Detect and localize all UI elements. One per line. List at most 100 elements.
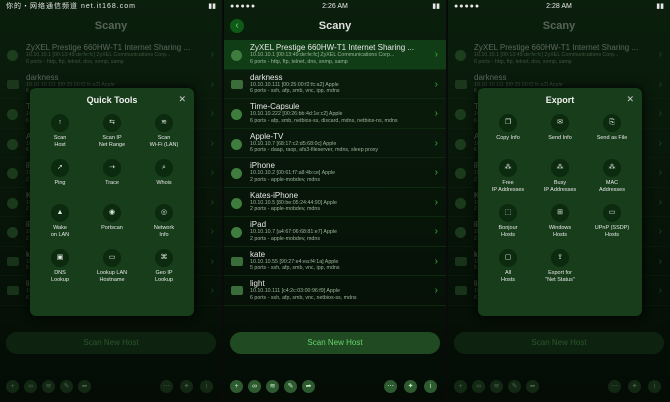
globe-icon: [455, 50, 466, 61]
export-item[interactable]: ❐ Copy Info: [482, 114, 534, 142]
chevron-right-icon: ›: [210, 78, 214, 90]
close-icon[interactable]: ✕: [626, 94, 634, 105]
computer-icon: [231, 256, 243, 266]
chevron-right-icon: ›: [658, 167, 662, 178]
chevron-right-icon: ›: [210, 167, 214, 178]
globe-icon: [455, 227, 466, 238]
host-row[interactable]: darkness 10.10.10.111 [00:25:00:f2:fc:a2]…: [224, 70, 446, 99]
page-title: Scany: [94, 20, 128, 32]
export-item[interactable]: ⊞ Windows Hosts: [534, 204, 586, 239]
quick_tools-item[interactable]: ⇢ Trace: [86, 159, 138, 187]
dns-icon: ▣: [51, 249, 69, 267]
computer-icon: [7, 256, 19, 266]
share-icon[interactable]: ➦: [526, 380, 539, 393]
quick_tools-item[interactable]: ➚ Ping: [34, 159, 86, 187]
close-icon[interactable]: ✕: [178, 94, 186, 105]
info-icon[interactable]: i: [200, 380, 213, 393]
quick_tools-item[interactable]: ▣ DNS Lookup: [34, 249, 86, 284]
host-ports: 6 ports - ssh, afp, smb, vnc, ipp, mdns: [250, 88, 340, 94]
host-ports: 6 ports - http, ftp, telnet, dns, snmp, …: [474, 58, 572, 65]
host-row[interactable]: ZyXEL Prestige 660HW-T1 Internet Sharing…: [224, 40, 446, 70]
info-icon[interactable]: i: [648, 380, 661, 393]
wifi-icon[interactable]: ≋: [490, 380, 503, 393]
link-icon[interactable]: ∞: [24, 380, 37, 393]
wifi-icon[interactable]: ≋: [42, 380, 55, 393]
export-item[interactable]: ⬚ Bonjour Hosts: [482, 204, 534, 239]
share-icon[interactable]: ➦: [302, 380, 315, 393]
host-row[interactable]: Time-Capsule10.10.10.222 [00:26:bb:4d:1e…: [224, 99, 446, 129]
signal-icon: ●●●●●: [230, 3, 257, 10]
scan-new-host-button[interactable]: Scan New Host: [6, 332, 216, 354]
quick_tools-item[interactable]: ◎ Network Info: [138, 204, 190, 239]
link-icon[interactable]: ∞: [248, 380, 261, 393]
computer-icon: [7, 79, 19, 89]
chevron-right-icon: ›: [658, 137, 662, 149]
quick_tools-item-label: Network Info: [153, 225, 175, 238]
export-item[interactable]: ▭ UPnP (SSDP) Hosts: [586, 204, 638, 239]
host-row[interactable]: iPad10.10.10.7 [a4:67:06:68:81:e7] Apple…: [224, 217, 446, 247]
globe-icon: [455, 197, 466, 209]
host-name: darkness: [250, 72, 283, 82]
pencil-icon[interactable]: ✎: [60, 380, 73, 393]
link-icon[interactable]: ∞: [472, 380, 485, 393]
host-row[interactable]: light10.10.10.111 [c4:2c:03:00:96:f9] Ap…: [224, 276, 446, 306]
add-icon[interactable]: +: [454, 380, 467, 393]
chevron-right-icon: ›: [210, 285, 214, 296]
export-item[interactable]: ⁂ Busy IP Addresses: [534, 159, 586, 194]
page-title: Scany: [318, 20, 352, 32]
host-row[interactable]: ZyXEL Prestige 660HW-T1 Internet Sharing…: [448, 40, 670, 70]
chevron-right-icon: ›: [658, 78, 662, 90]
chevron-right-icon: ›: [434, 78, 438, 90]
chevron-right-icon: ›: [434, 167, 438, 178]
quick_tools-item[interactable]: ◉ Portscan: [86, 204, 138, 232]
battery-icon: ▮▮: [432, 3, 440, 10]
export-item-label: MAC Addresses: [599, 180, 625, 193]
host-row[interactable]: Apple-TV10.10.10.7 [68:17:c2:d5:68:0c] A…: [224, 129, 446, 158]
host-ports: 6 ports - daap, raop, afs3-fileserver, m…: [250, 147, 379, 153]
add-icon[interactable]: +: [6, 380, 19, 393]
back-icon[interactable]: ‹: [230, 19, 244, 33]
quick_tools-item[interactable]: ⌕ Whois: [138, 159, 190, 187]
more-icon[interactable]: ⋯: [160, 380, 173, 393]
host-row[interactable]: kate10.10.10.55 [90:27:e4:ea:f4:1a] Appl…: [224, 247, 446, 276]
host-row[interactable]: Kates-iPhone10.10.10.5 [80:be:05:24:44:9…: [224, 188, 446, 217]
export-item[interactable]: ⁂ MAC Addresses: [586, 159, 638, 194]
host-list: ZyXEL Prestige 660HW-T1 Internet Sharing…: [224, 40, 446, 306]
export-item-label: Busy IP Addresses: [543, 180, 577, 193]
scan-new-host-button[interactable]: Scan New Host: [454, 332, 664, 354]
info-icon[interactable]: i: [424, 380, 437, 393]
export-item-label: Free IP Addresses: [491, 180, 525, 193]
quick_tools-item[interactable]: ≋ Scan Wi-Fi (LAN): [138, 114, 190, 149]
add-icon[interactable]: +: [230, 380, 243, 393]
portscan-icon: ◉: [103, 204, 121, 222]
chevron-right-icon: ›: [434, 137, 438, 149]
scan-new-host-button[interactable]: Scan New Host: [230, 332, 440, 354]
wrench-icon[interactable]: ✦: [180, 380, 193, 393]
export-item[interactable]: ✉ Send Info: [534, 114, 586, 142]
wifi-icon[interactable]: ≋: [266, 380, 279, 393]
pencil-icon[interactable]: ✎: [284, 380, 297, 393]
share-icon[interactable]: ➦: [78, 380, 91, 393]
quick_tools-item[interactable]: ▭ Lookup LAN Hostname: [86, 249, 138, 284]
screen-quick-tools: 你的・网络通信频道 net.it168.com ▮▮ Scany ZyXEL P…: [0, 0, 222, 402]
globe-icon: [7, 197, 18, 209]
quick_tools-item[interactable]: ▲ Wake on LAN: [34, 204, 86, 239]
export-item[interactable]: ⁂ Free IP Addresses: [482, 159, 534, 194]
quick_tools-item[interactable]: ⌘ Geo IP Lookup: [138, 249, 190, 284]
pencil-icon[interactable]: ✎: [508, 380, 521, 393]
tab-bar: + ∞ ≋ ✎ ➦ ⋯ ✦ i: [224, 372, 446, 402]
quick_tools-item[interactable]: ↑ Scan Host: [34, 114, 86, 149]
chevron-right-icon: ›: [658, 285, 662, 296]
wrench-icon[interactable]: ✦: [404, 380, 417, 393]
geo-ip-icon: ⌘: [155, 249, 173, 267]
export-dialog: Export ✕ ❐ Copy Info ✉ Send Info ⎘ Send as Fi…: [478, 88, 642, 316]
quick_tools-item[interactable]: ⇆ Scan IP Net Range: [86, 114, 138, 149]
more-icon[interactable]: ⋯: [608, 380, 621, 393]
more-icon[interactable]: ⋯: [384, 380, 397, 393]
export-item[interactable]: ▢ All Hosts: [482, 249, 534, 284]
export-item[interactable]: ⎘ Send as File: [586, 114, 638, 142]
host-row[interactable]: ZyXEL Prestige 660HW-T1 Internet Sharing…: [0, 40, 222, 70]
host-row[interactable]: iPhone10.10.10.2 [00:61:f7:a8:4b:ce] App…: [224, 158, 446, 188]
wrench-icon[interactable]: ✦: [628, 380, 641, 393]
export-item[interactable]: ⇪ Export for "Net Status": [534, 249, 586, 284]
